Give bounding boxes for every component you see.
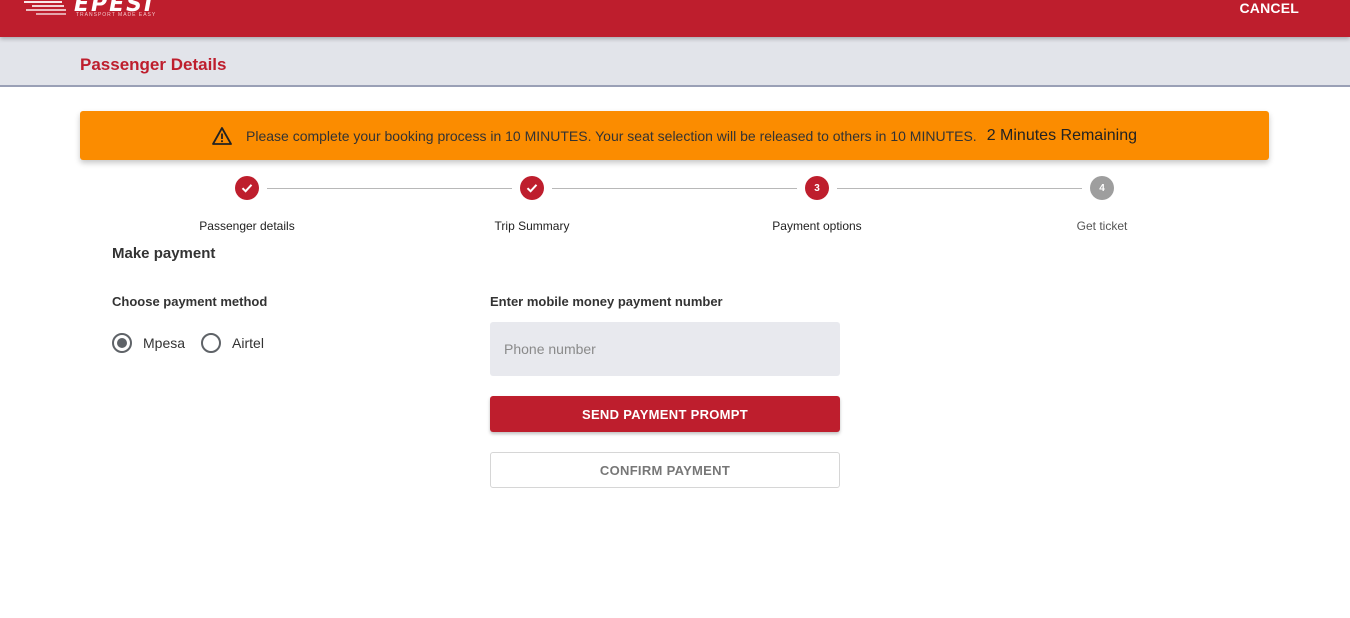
- radio-mpesa[interactable]: Mpesa: [112, 333, 185, 353]
- time-remaining: 2 Minutes Remaining: [986, 126, 1137, 144]
- check-icon: [520, 176, 544, 200]
- make-payment-heading: Make payment: [112, 245, 216, 262]
- step-payment-options[interactable]: 3 Payment options: [727, 176, 907, 233]
- phone-number-label: Enter mobile money payment number: [490, 294, 723, 309]
- radio-button-unchecked[interactable]: [201, 333, 222, 353]
- phone-number-input[interactable]: [490, 322, 840, 376]
- radio-airtel[interactable]: Airtel: [201, 333, 264, 353]
- confirm-payment-button[interactable]: CONFIRM PAYMENT: [490, 452, 840, 488]
- step-number: 4: [1090, 176, 1114, 200]
- top-app-bar: EPESI TRANSPORT MADE EASY CANCEL: [0, 0, 1350, 37]
- radio-label: Airtel: [232, 335, 264, 351]
- booking-stepper: Passenger details Trip Summary 3 Payment…: [0, 176, 1350, 236]
- check-icon: [235, 176, 259, 200]
- step-label: Passenger details: [199, 219, 295, 233]
- page-title: Passenger Details: [80, 55, 227, 74]
- speed-lines-icon: [24, 1, 66, 15]
- step-label: Trip Summary: [494, 219, 570, 233]
- step-passenger-details[interactable]: Passenger details: [157, 176, 337, 233]
- step-trip-summary[interactable]: Trip Summary: [442, 176, 622, 233]
- page-header: Passenger Details: [0, 37, 1350, 87]
- alert-message: Please complete your booking process in …: [246, 127, 977, 144]
- cancel-button[interactable]: CANCEL: [1239, 0, 1299, 16]
- step-label: Get ticket: [1076, 219, 1128, 233]
- payment-method-radio-group: Mpesa Airtel: [112, 333, 280, 353]
- radio-label: Mpesa: [143, 335, 186, 351]
- send-payment-prompt-button[interactable]: SEND PAYMENT PROMPT: [490, 396, 840, 432]
- step-label: Payment options: [772, 219, 862, 233]
- warning-icon: [212, 126, 234, 146]
- booking-timer-alert: Please complete your booking process in …: [80, 111, 1269, 160]
- step-get-ticket[interactable]: 4 Get ticket: [1012, 176, 1192, 233]
- payment-method-label: Choose payment method: [112, 294, 268, 309]
- logo-tagline: TRANSPORT MADE EASY: [76, 12, 157, 18]
- step-number: 3: [805, 176, 829, 200]
- radio-button-checked[interactable]: [112, 333, 132, 353]
